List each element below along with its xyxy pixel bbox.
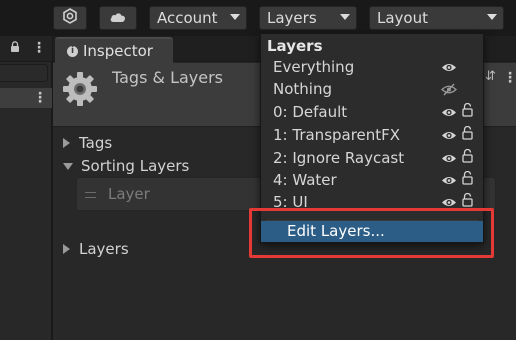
layers-label: Layers: [267, 9, 317, 27]
sorting-layers-foldout[interactable]: Sorting Layers: [63, 157, 189, 175]
menu-item-default[interactable]: 0: Default: [261, 102, 483, 124]
hierarchy-tabbar: ⋮: [0, 36, 52, 62]
menu-item-nothing[interactable]: Nothing: [261, 79, 483, 101]
eye-icon[interactable]: [441, 106, 457, 122]
chevron-down-icon: [63, 162, 73, 170]
collab-icon: [62, 8, 78, 28]
menu-item-label: Nothing: [273, 80, 332, 98]
more-options-icon[interactable]: ⋮: [33, 91, 47, 105]
hierarchy-row[interactable]: ⋮: [0, 88, 52, 108]
sorting-layers-foldout-label: Sorting Layers: [81, 157, 190, 175]
layers-dropdown-menu: Layers Everything Nothing 0: Default 1: …: [260, 33, 484, 243]
layers-dropdown-button[interactable]: Layers: [259, 6, 357, 30]
preset-icon[interactable]: ⇵: [485, 69, 496, 84]
eye-icon[interactable]: [441, 129, 457, 145]
hierarchy-search-input[interactable]: [0, 64, 48, 82]
tab-inspector[interactable]: i Inspector: [55, 37, 173, 63]
menu-item-label: 4: Water: [273, 171, 337, 189]
info-icon: i: [67, 45, 78, 57]
main-toolbar: Account Layers Layout: [0, 0, 516, 36]
chevron-down-icon: [340, 14, 350, 20]
hierarchy-panel: ⋮ ⋮: [0, 36, 52, 340]
lock-icon[interactable]: [462, 148, 473, 167]
menu-item-label: 5: UI: [273, 193, 308, 211]
lock-icon[interactable]: [462, 170, 473, 189]
menu-item-label: 2: Ignore Raycast: [273, 149, 405, 167]
cloud-icon: [109, 9, 127, 27]
eye-icon[interactable]: [441, 174, 457, 190]
eye-hidden-icon[interactable]: [441, 83, 457, 100]
inspector-title: Tags & Layers: [112, 68, 224, 87]
account-dropdown[interactable]: Account: [149, 6, 247, 30]
sorting-layer-name[interactable]: Layer: [108, 185, 150, 203]
layers-foldout-label: Layers: [79, 240, 129, 258]
eye-icon[interactable]: [441, 196, 457, 212]
menu-item-ui[interactable]: 5: UI: [261, 192, 483, 214]
lock-icon[interactable]: [10, 41, 20, 57]
lock-icon[interactable]: [462, 125, 473, 144]
gear-icon: [62, 71, 98, 111]
layers-foldout[interactable]: Layers: [63, 240, 129, 258]
menu-item-ignore-raycast[interactable]: 2: Ignore Raycast: [261, 148, 483, 170]
eye-icon[interactable]: [441, 152, 457, 168]
collab-button[interactable]: [53, 6, 87, 30]
menu-item-label: Edit Layers...: [287, 222, 385, 240]
menu-item-transparentfx[interactable]: 1: TransparentFX: [261, 125, 483, 147]
lock-icon[interactable]: [462, 192, 473, 211]
menu-item-label: 1: TransparentFX: [273, 126, 401, 144]
tags-foldout[interactable]: Tags: [63, 134, 112, 152]
chevron-right-icon: [63, 138, 70, 148]
menu-item-label: 0: Default: [273, 103, 348, 121]
menu-item-edit-layers[interactable]: Edit Layers...: [261, 221, 483, 242]
menu-item-label: Everything: [273, 58, 355, 76]
account-label: Account: [157, 9, 218, 27]
drag-handle-icon[interactable]: [85, 192, 96, 198]
more-options-icon[interactable]: ⋮: [503, 71, 516, 85]
dropdown-header: Layers: [267, 37, 323, 55]
lock-icon[interactable]: [462, 102, 473, 121]
menu-item-water[interactable]: 4: Water: [261, 170, 483, 192]
tags-foldout-label: Tags: [79, 134, 113, 152]
more-options-icon[interactable]: ⋮: [32, 41, 46, 55]
menu-item-everything[interactable]: Everything: [261, 57, 483, 79]
eye-icon[interactable]: [441, 61, 457, 77]
layout-label: Layout: [377, 9, 428, 27]
chevron-right-icon: [63, 244, 70, 254]
chevron-down-icon: [487, 14, 497, 20]
chevron-down-icon: [230, 14, 240, 20]
layout-dropdown[interactable]: Layout: [369, 6, 504, 30]
cloud-button[interactable]: [99, 6, 137, 30]
inspector-tab-label: Inspector: [83, 42, 153, 60]
